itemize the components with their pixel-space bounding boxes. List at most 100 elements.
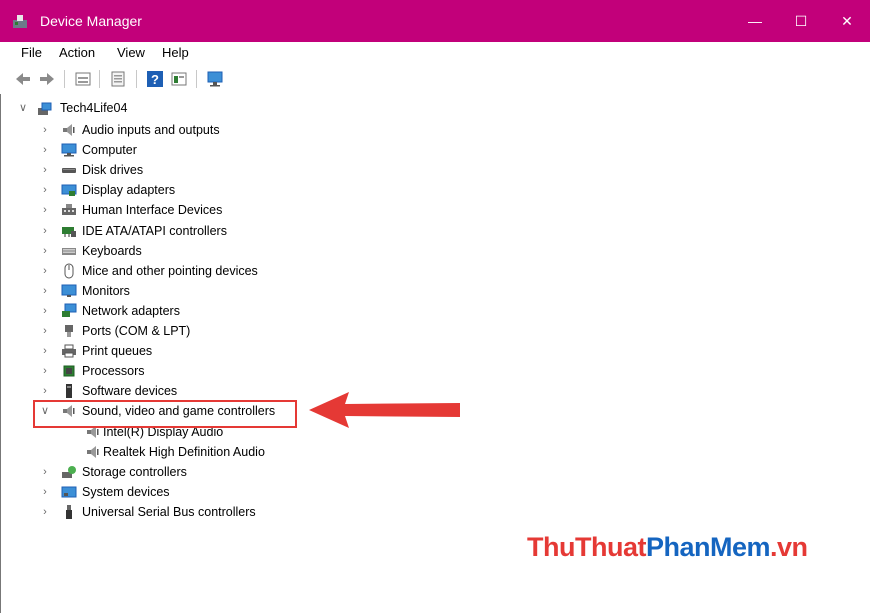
menu-bar: File Action View Help [0,42,870,64]
tree-item-label: Network adapters [82,303,180,318]
tree-item-label: Software devices [82,384,178,399]
expand-chevron-icon[interactable]: › [39,502,51,522]
tree-category-item[interactable]: › System devices [1,482,861,502]
expand-chevron-icon[interactable]: › [39,120,51,140]
back-icon[interactable] [14,70,32,88]
tree-category-item[interactable]: › Print queues [1,341,861,361]
tree-category-item[interactable]: › Human Interface Devices [1,200,861,220]
expand-chevron-icon[interactable]: › [39,221,51,241]
forward-icon[interactable] [38,70,56,88]
watermark-part-2: PhanMem [645,532,771,562]
system-device-icon [61,486,77,498]
tree-item-label: Disk drives [82,163,144,178]
toolbar-separator [136,70,137,88]
network-adapter-icon [62,303,77,317]
highlight-box [33,400,297,428]
menu-file[interactable]: File [21,45,42,60]
expand-chevron-icon[interactable]: › [39,482,51,502]
tree-item-label: Computer [82,143,137,158]
view-icon[interactable] [170,70,188,88]
tree-item-label: Universal Serial Bus controllers [82,504,256,519]
collapse-chevron-icon[interactable]: ∨ [17,98,29,118]
update-driver-icon[interactable] [109,70,127,88]
tree-category-item[interactable]: › Audio inputs and outputs [1,120,861,140]
monitor-icon [61,284,77,297]
tree-category-item[interactable]: › Ports (COM & LPT) [1,321,861,341]
watermark-part-1: ThuThuat [527,532,646,562]
tree-child-item[interactable]: Realtek High Definition Audio [1,442,861,462]
device-manager-icon [13,15,27,28]
tree-item-label: Storage controllers [82,464,187,479]
menu-help[interactable]: Help [162,45,189,60]
display-adapter-icon [61,184,77,197]
tree-item-label: Display adapters [82,183,176,198]
window-title: Device Manager [40,13,142,29]
tree-category-item[interactable]: › Universal Serial Bus controllers [1,502,861,522]
tree-category-item[interactable]: › Display adapters [1,180,861,200]
toolbar-separator [99,70,100,88]
tree-item-label: Realtek High Definition Audio [103,444,265,459]
tree-item-label: Keyboards [82,243,142,258]
expand-chevron-icon[interactable]: › [39,180,51,200]
storage-controller-icon [62,465,76,478]
expand-chevron-icon[interactable]: › [39,341,51,361]
tree-item-label: Audio inputs and outputs [82,123,220,137]
expand-chevron-icon[interactable]: › [39,160,51,180]
watermark: ThuThuatPhanMem.vn [527,532,808,563]
mouse-icon [64,263,74,279]
tree-item-label: System devices [82,484,170,499]
title-bar: Device Manager — ☐ ✕ [0,0,870,42]
expand-chevron-icon[interactable]: › [39,140,51,160]
expand-chevron-icon[interactable]: › [39,200,51,220]
ide-controller-icon [62,226,76,237]
expand-chevron-icon[interactable]: › [39,361,51,381]
tree-category-item[interactable]: › Computer [1,140,861,160]
usb-icon [66,504,72,519]
tree-item-label: Human Interface Devices [82,203,223,218]
tree-category-item[interactable]: › Network adapters [1,301,861,321]
expand-chevron-icon[interactable]: › [39,321,51,341]
tree-category-item[interactable]: › Monitors [1,281,861,301]
expand-chevron-icon[interactable]: › [39,301,51,321]
tree-category-item[interactable]: › Disk drives [1,160,861,180]
toolbar: ? [0,64,870,95]
tree-item-label: Mice and other pointing devices [82,263,258,278]
tree-category-item[interactable]: › Keyboards [1,241,861,261]
help-icon[interactable]: ? [146,70,164,88]
properties-icon[interactable] [74,70,92,88]
close-button[interactable]: ✕ [824,0,870,42]
keyboard-icon [62,247,76,255]
maximize-button[interactable]: ☐ [778,0,824,42]
tree-category-item[interactable]: › Storage controllers [1,462,861,482]
expand-chevron-icon[interactable]: › [39,381,51,401]
expand-chevron-icon[interactable]: › [39,261,51,281]
monitor-icon[interactable] [206,70,224,88]
tree-item-label: Processors [82,364,145,379]
hid-icon [62,204,76,216]
tree-category-item[interactable]: › IDE ATA/ATAPI controllers [1,221,861,241]
speaker-icon [87,445,99,458]
disk-drive-icon [62,168,76,174]
printer-icon [62,344,76,358]
menu-action[interactable]: Action [59,45,95,60]
computer-icon [61,143,77,157]
tree-item-label: Ports (COM & LPT) [82,324,191,338]
port-icon [65,325,73,337]
svg-text:?: ? [151,72,159,87]
expand-chevron-icon[interactable]: › [39,281,51,301]
expand-chevron-icon[interactable]: › [39,241,51,261]
minimize-button[interactable]: — [732,0,778,42]
arrow-annotation [309,392,460,428]
tree-item-label: Tech4Life04 [60,101,128,115]
watermark-part-3: .vn [770,532,808,562]
tree-item-label: Monitors [82,283,130,298]
menu-view[interactable]: View [117,45,145,60]
speaker-icon [63,124,75,136]
root-icon [38,102,52,115]
tree-category-item[interactable]: › Processors [1,361,861,381]
expand-chevron-icon[interactable]: › [39,462,51,482]
tree-category-item[interactable]: › Mice and other pointing devices [1,261,861,281]
tree-root[interactable]: ∨ Tech4Life04 [1,98,861,118]
toolbar-separator [196,70,197,88]
tree-item-label: IDE ATA/ATAPI controllers [82,223,227,238]
